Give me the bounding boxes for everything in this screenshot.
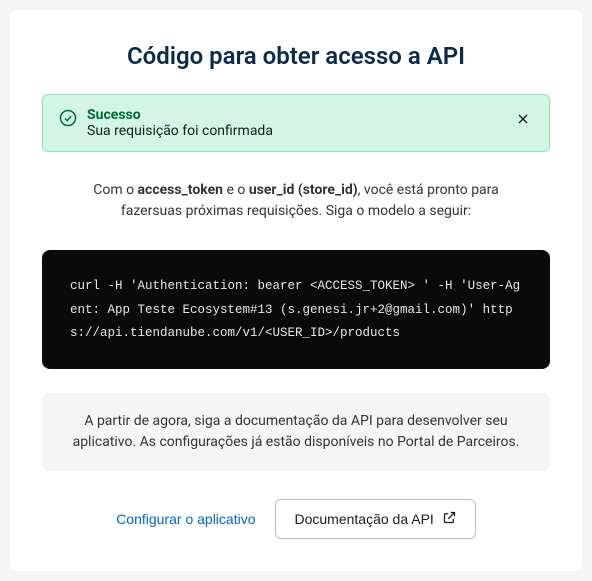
api-access-card: Código para obter acesso a API Sucesso S…: [10, 10, 582, 571]
close-icon: [515, 115, 531, 130]
info-token2: user_id (store_id): [249, 182, 358, 198]
alert-message: Sua requisição foi confirmada: [87, 123, 503, 139]
info-prefix: Com o: [93, 182, 137, 198]
external-link-icon: [442, 510, 457, 528]
success-alert: Sucesso Sua requisição foi confirmada: [42, 94, 550, 152]
close-alert-button[interactable]: [513, 109, 533, 132]
configure-app-button[interactable]: Configurar o aplicativo: [116, 511, 255, 527]
button-row: Configurar o aplicativo Documentação da …: [42, 499, 550, 539]
page-title: Código para obter acesso a API: [42, 42, 550, 70]
check-circle-icon: [59, 109, 77, 131]
info-mid1: e o: [223, 182, 249, 198]
code-block: curl -H 'Authentication: bearer <ACCESS_…: [42, 250, 550, 369]
info-text: Com o access_token e o user_id (store_id…: [42, 180, 550, 222]
code-content: curl -H 'Authentication: bearer <ACCESS_…: [70, 279, 520, 340]
api-docs-label: Documentação da API: [294, 511, 433, 527]
alert-title: Sucesso: [87, 107, 503, 123]
api-docs-button[interactable]: Documentação da API: [275, 499, 475, 539]
info-token1: access_token: [138, 182, 223, 198]
note-box: A partir de agora, siga a documentação d…: [42, 393, 550, 471]
alert-content: Sucesso Sua requisição foi confirmada: [87, 107, 503, 139]
